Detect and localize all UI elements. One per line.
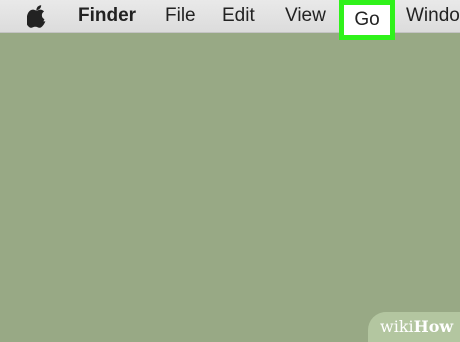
menu-finder[interactable]: Finder bbox=[78, 5, 136, 27]
menu-file[interactable]: File bbox=[165, 5, 196, 27]
watermark-suffix: How bbox=[413, 317, 454, 336]
menu-view[interactable]: View bbox=[285, 5, 326, 27]
watermark-prefix: wiki bbox=[380, 317, 414, 336]
menu-window[interactable]: Windo bbox=[406, 5, 460, 27]
watermark-text: wikiHow bbox=[380, 317, 453, 337]
menu-edit[interactable]: Edit bbox=[222, 5, 255, 27]
apple-logo-icon[interactable] bbox=[26, 4, 49, 28]
wikihow-watermark: wikiHow bbox=[368, 312, 460, 342]
menu-go-highlight[interactable]: Go bbox=[339, 0, 395, 40]
menu-go[interactable]: Go bbox=[344, 5, 390, 35]
